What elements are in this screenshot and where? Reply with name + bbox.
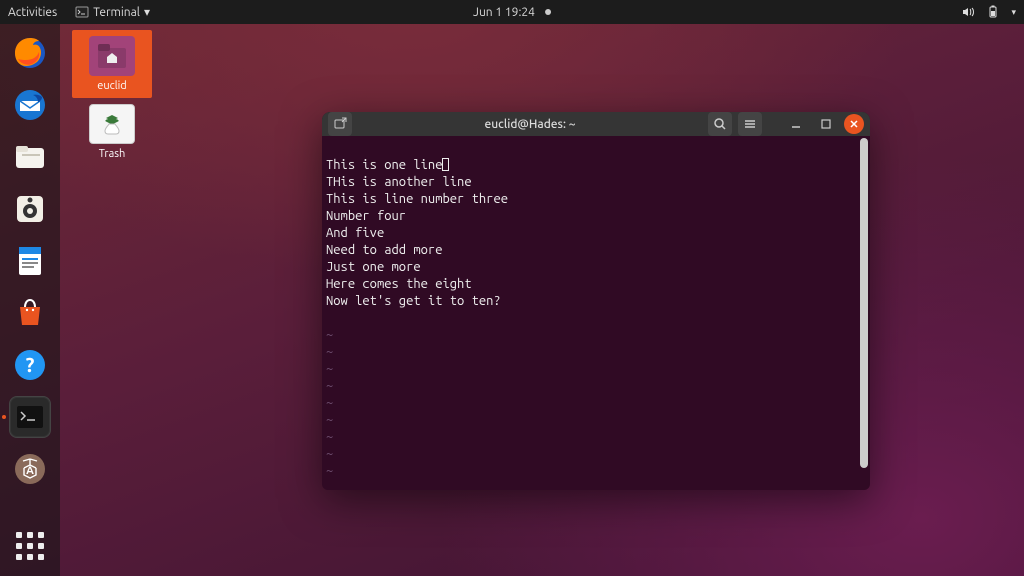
dock-terminal[interactable] xyxy=(9,396,51,438)
vim-empty-line: ~ xyxy=(326,430,333,444)
vim-empty-line: ~ xyxy=(326,328,333,342)
search-button[interactable] xyxy=(708,112,732,136)
battery-icon xyxy=(987,5,999,19)
svg-text:?: ? xyxy=(26,353,35,376)
activities-button[interactable]: Activities xyxy=(8,6,57,19)
vim-line: Now let's get it to ten? xyxy=(326,294,501,308)
new-tab-button[interactable] xyxy=(328,112,352,136)
notification-dot-icon xyxy=(545,9,551,15)
terminal-body[interactable]: This is one line THis is another line Th… xyxy=(322,136,870,490)
update-icon: A xyxy=(12,451,48,487)
desktop-icon-label: euclid xyxy=(72,80,152,92)
dock-rhythmbox[interactable] xyxy=(9,188,51,230)
app-menu-label: Terminal xyxy=(93,6,140,19)
show-applications-button[interactable] xyxy=(12,528,48,564)
app-menu[interactable]: Terminal ▾ xyxy=(75,5,150,19)
vim-line: Here comes the eight xyxy=(326,277,472,291)
desktop-icon-label: Trash xyxy=(72,148,152,160)
dock-firefox[interactable] xyxy=(9,32,51,74)
dock-writer[interactable] xyxy=(9,240,51,282)
terminal-icon xyxy=(75,5,89,19)
close-button[interactable] xyxy=(844,114,864,134)
vim-empty-line: ~ xyxy=(326,464,333,478)
vim-empty-line: ~ xyxy=(326,345,333,359)
dock-help[interactable]: ? xyxy=(9,344,51,386)
vim-empty-line: ~ xyxy=(326,413,333,427)
vim-line: This is line number three xyxy=(326,192,508,206)
help-icon: ? xyxy=(12,347,48,383)
system-tray[interactable]: ▾ xyxy=(961,5,1016,19)
hamburger-icon xyxy=(743,117,757,131)
shopping-bag-icon xyxy=(12,295,48,331)
dock-updater[interactable]: A xyxy=(9,448,51,490)
dock-software[interactable] xyxy=(9,292,51,334)
vim-empty-line: ~ xyxy=(326,379,333,393)
minimize-button[interactable] xyxy=(784,112,808,136)
home-folder-icon xyxy=(89,36,135,76)
top-bar: Activities Terminal ▾ Jun 1 19:24 ▾ xyxy=(0,0,1024,24)
vim-empty-line: ~ xyxy=(326,447,333,461)
vim-line: Need to add more xyxy=(326,243,442,257)
svg-text:A: A xyxy=(26,465,34,477)
vim-line: And five xyxy=(326,226,384,240)
document-icon xyxy=(12,243,48,279)
window-title: euclid@Hades: ~ xyxy=(358,118,702,131)
search-icon xyxy=(713,117,727,131)
vim-line: Number four xyxy=(326,209,406,223)
scrollbar[interactable] xyxy=(860,138,868,468)
new-tab-icon xyxy=(333,117,347,131)
speaker-icon xyxy=(12,191,48,227)
trash-icon xyxy=(89,104,135,144)
files-icon xyxy=(12,139,48,175)
terminal-icon xyxy=(17,406,43,428)
dock: ? A xyxy=(0,24,60,576)
window-titlebar[interactable]: euclid@Hades: ~ xyxy=(322,112,870,136)
firefox-icon xyxy=(12,35,48,71)
desktop-home-folder[interactable]: euclid xyxy=(72,30,152,98)
clock-label: Jun 1 19:24 xyxy=(473,6,535,19)
text-cursor xyxy=(442,158,449,171)
chevron-down-icon: ▾ xyxy=(1011,7,1016,18)
maximize-icon xyxy=(820,118,832,130)
vim-empty-line: ~ xyxy=(326,396,333,410)
desktop[interactable]: euclid Trash euclid@Hades: ~ xyxy=(60,24,1024,576)
vim-line: THis is another line xyxy=(326,175,472,189)
vim-line: Just one more xyxy=(326,260,421,274)
menu-button[interactable] xyxy=(738,112,762,136)
volume-icon xyxy=(961,5,975,19)
clock[interactable]: Jun 1 19:24 xyxy=(473,6,551,19)
terminal-window: euclid@Hades: ~ This is one line THis is… xyxy=(322,112,870,490)
maximize-button[interactable] xyxy=(814,112,838,136)
chevron-down-icon: ▾ xyxy=(144,5,150,19)
vim-line: This is one line xyxy=(326,158,442,172)
close-icon xyxy=(849,119,859,129)
vim-empty-line: ~ xyxy=(326,362,333,376)
dock-files[interactable] xyxy=(9,136,51,178)
dock-thunderbird[interactable] xyxy=(9,84,51,126)
minimize-icon xyxy=(790,118,802,130)
thunderbird-icon xyxy=(12,87,48,123)
desktop-trash[interactable]: Trash xyxy=(72,104,152,160)
